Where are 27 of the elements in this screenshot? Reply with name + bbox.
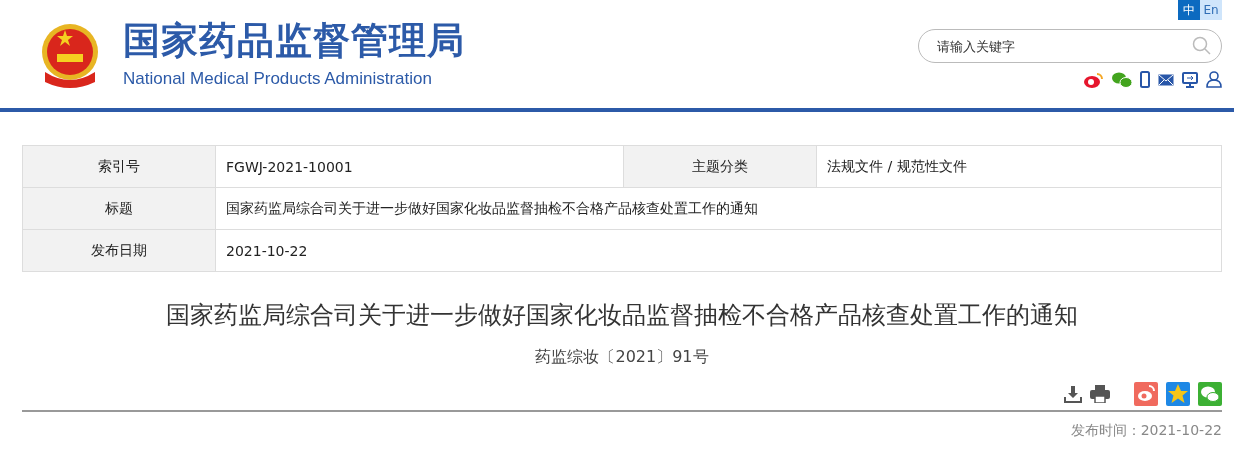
language-tab[interactable]: En [1200,0,1222,20]
user-icon[interactable] [1206,71,1222,88]
publish-time: 发布时间：2021-10-22 [1069,422,1222,440]
table-label: 发布日期 [22,229,216,272]
mail-icon[interactable] [1158,73,1174,86]
article-title: 国家药监局综合司关于进一步做好国家化妆品监督抽检不合格产品核查处置工作的通知 [165,300,1079,331]
download-icon[interactable] [1064,385,1082,403]
table-cell: 2021-10-22 [215,229,1222,272]
table-label: 索引号 [22,145,216,188]
table-cell: FGWJ-2021-10001 [215,145,624,188]
table-label: 主题分类 [623,145,817,188]
weibo-icon[interactable] [1084,71,1104,88]
print-icon[interactable] [1090,385,1110,403]
mobile-icon[interactable] [1140,71,1150,88]
weibo-share-icon[interactable] [1134,382,1158,406]
star-share-icon[interactable] [1166,382,1190,406]
chat-icon[interactable] [1112,71,1132,88]
table-cell: 国家药监局综合司关于进一步做好国家化妆品监督抽检不合格产品核查处置工作的通知 [215,187,1222,230]
table-cell: 法规文件 / 规范性文件 [816,145,1222,188]
document-number: 药监综妆〔2021〕91号 [534,347,710,368]
monitor-icon[interactable] [1182,71,1198,88]
search-field[interactable]: 请输入关键字 [918,29,1222,63]
table-label: 标题 [22,187,216,230]
language-tab[interactable]: 中 [1178,0,1200,20]
wechat-share-icon[interactable] [1198,382,1222,406]
site-title: 国家药品监督管理局 [123,19,465,63]
site-subtitle: National Medical Products Administration [123,69,433,89]
